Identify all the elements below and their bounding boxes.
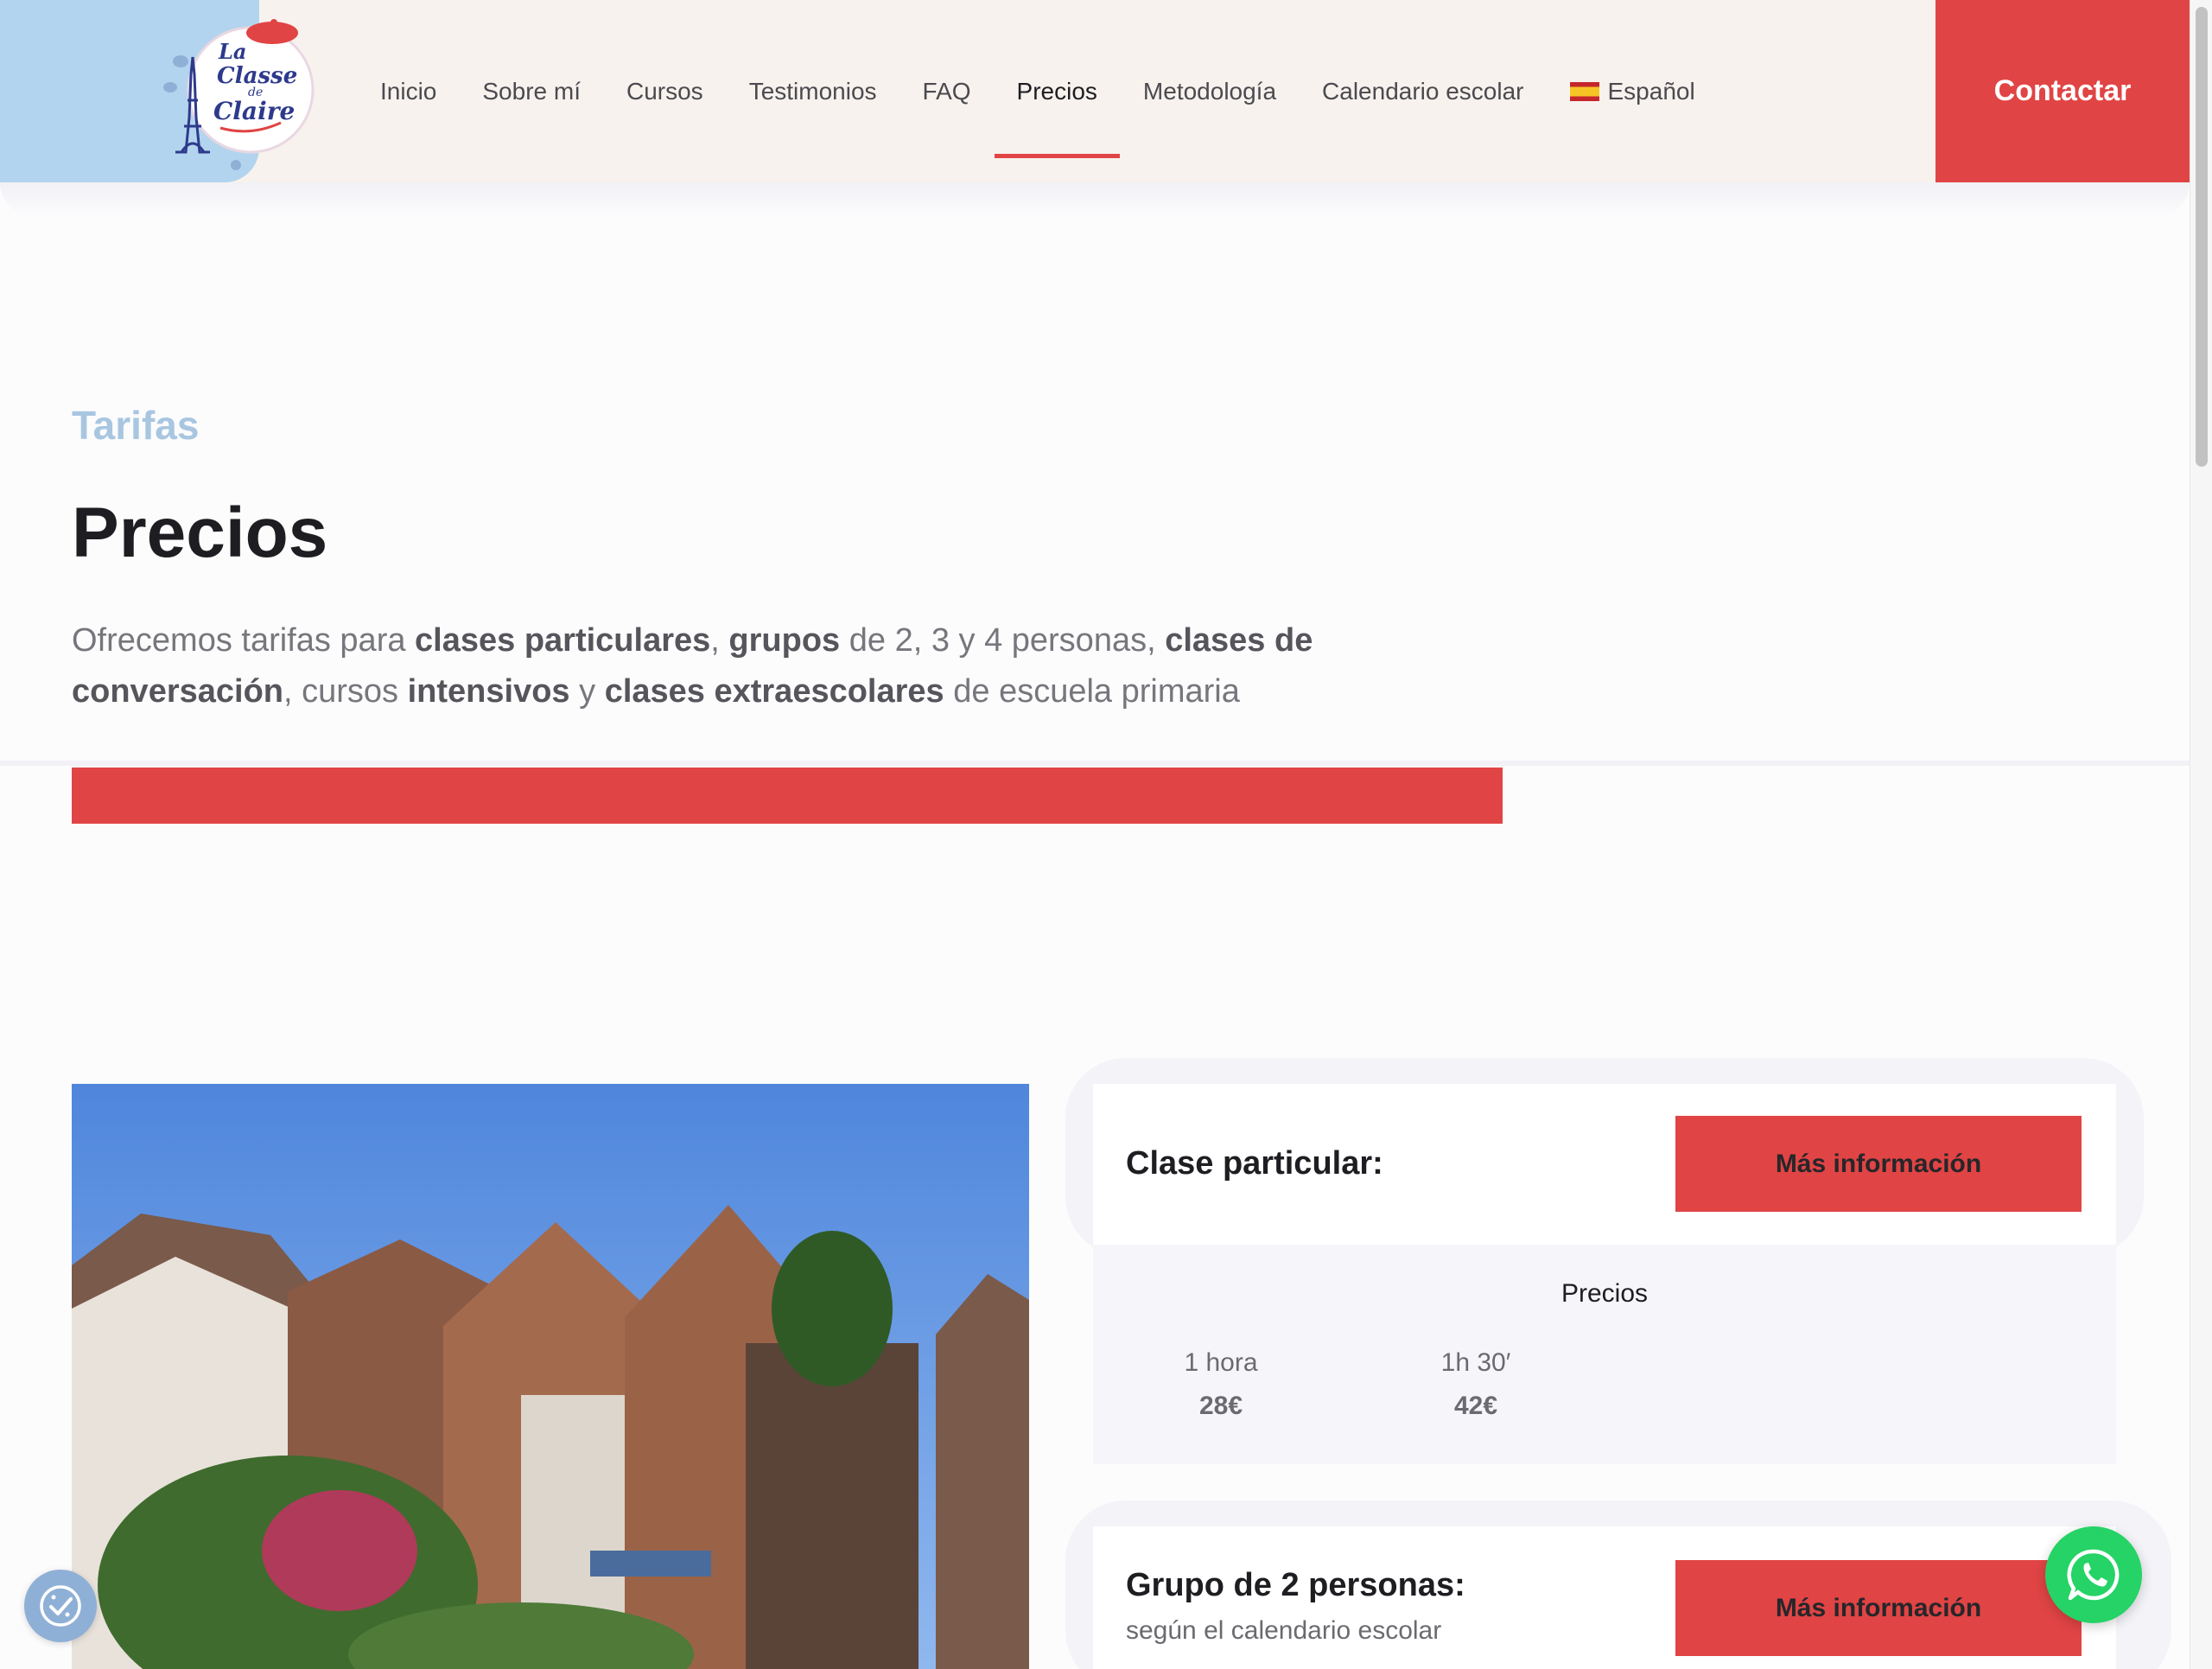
logo-text-claire: Claire [213, 97, 295, 125]
price-duration: 1h 30′ [1440, 1348, 1511, 1377]
price-option: 1 hora 28€ [1135, 1348, 1307, 1421]
site-header: La Classe de Claire Inicio Sobre mí Curs… [0, 0, 2190, 182]
language-selector[interactable]: Español [1569, 0, 1695, 182]
village-photo [72, 1084, 1029, 1669]
pricing-card-title: Grupo de 2 personas: [1126, 1567, 1465, 1603]
price-value: 28€ [1198, 1392, 1243, 1420]
price-duration: 1 hora [1184, 1348, 1258, 1377]
intro-text: y [569, 673, 605, 710]
nav-item-metodologia[interactable]: Metodología [1143, 0, 1276, 182]
more-info-button[interactable]: Más información [1675, 1116, 2082, 1212]
red-accent-bar [72, 768, 1503, 824]
nav-item-inicio[interactable]: Inicio [380, 0, 436, 182]
cookie-consent-icon [40, 1585, 81, 1627]
intro-bold: clases extraescolares [604, 673, 944, 710]
intro-bold: clases particulares [415, 622, 711, 659]
nav-item-testimonios[interactable]: Testimonios [749, 0, 877, 182]
nav-item-calendario-escolar[interactable]: Calendario escolar [1322, 0, 1523, 182]
whatsapp-icon [2067, 1549, 2120, 1601]
contact-button[interactable]: Contactar [1936, 0, 2190, 182]
price-table: Precios 1 hora 28€ 1h 30′ 42€ [1093, 1245, 2116, 1464]
scrollbar-thumb[interactable] [2196, 7, 2208, 467]
nav-item-sobre-mi[interactable]: Sobre mí [482, 0, 581, 182]
spain-flag-icon [1569, 81, 1599, 101]
nav-item-cursos[interactable]: Cursos [626, 0, 703, 182]
header-shadow [0, 182, 2190, 217]
intro-text: , cursos [283, 673, 408, 710]
language-label: Español [1607, 77, 1695, 105]
intro-bold: grupos [728, 622, 841, 659]
intro-bold: intensivos [407, 673, 570, 710]
nav-item-faq[interactable]: FAQ [923, 0, 971, 182]
cookie-settings-button[interactable] [24, 1570, 97, 1642]
intro-paragraph: Ofrecemos tarifas para clases particular… [72, 615, 1506, 717]
main-nav: Inicio Sobre mí Cursos Testimonios FAQ P… [380, 0, 1741, 182]
logo-text-la: La [218, 39, 246, 64]
section-kicker: Tarifas [72, 403, 200, 448]
page-title: Precios [72, 494, 328, 572]
price-value: 42€ [1453, 1392, 1498, 1420]
whatsapp-button[interactable] [2045, 1526, 2142, 1623]
page-scrollbar[interactable] [2190, 0, 2212, 1669]
intro-text: , [710, 622, 729, 659]
intro-text: de 2, 3 y 4 personas, [840, 622, 1166, 659]
pricing-card-title: Clase particular: [1126, 1145, 1383, 1182]
intro-text: Ofrecemos tarifas para [72, 622, 416, 659]
intro-text: de escuela primaria [944, 673, 1240, 710]
nav-item-precios[interactable]: Precios [994, 0, 1121, 182]
site-logo[interactable]: La Classe de Claire [151, 14, 315, 174]
price-table-heading: Precios [1560, 1279, 1649, 1308]
pricing-card-subtitle: según el calendario escolar [1126, 1616, 1442, 1645]
price-option: 1h 30′ 42€ [1389, 1348, 1562, 1421]
section-divider [0, 761, 2190, 766]
more-info-button[interactable]: Más información [1675, 1560, 2082, 1656]
